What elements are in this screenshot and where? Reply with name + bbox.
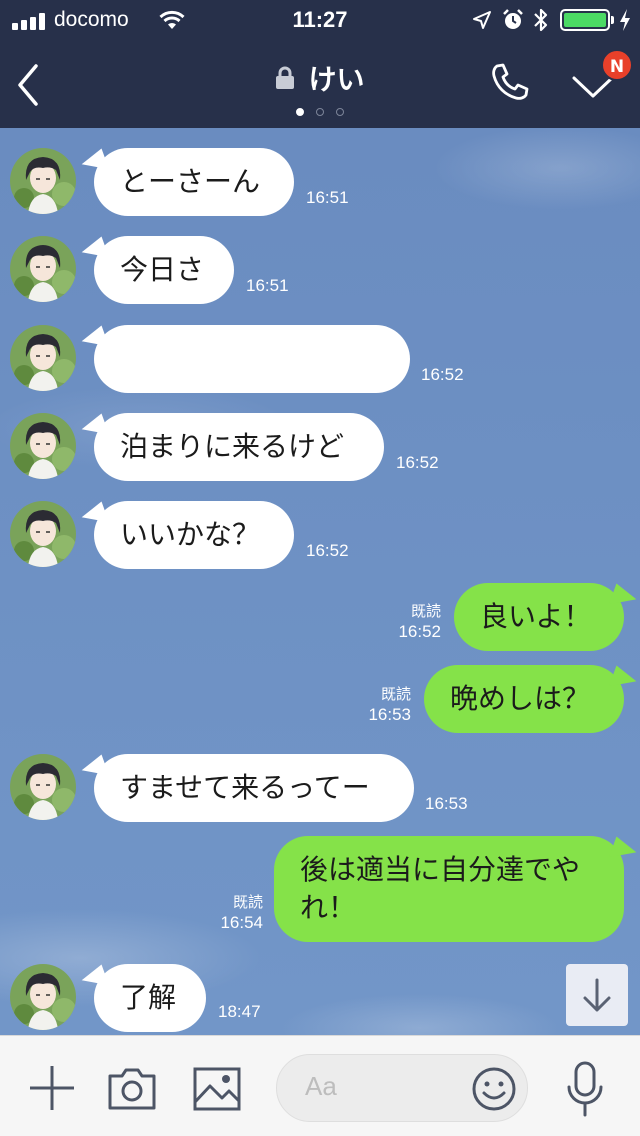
voice-input-button[interactable] <box>562 1060 608 1118</box>
image-button[interactable] <box>192 1064 242 1114</box>
message-time: 16:52 <box>398 622 441 641</box>
battery-level <box>564 13 606 27</box>
avatar-portrait-icon <box>10 501 76 567</box>
read-receipt: 既読 <box>410 602 441 620</box>
chat-header: けい N <box>0 40 640 128</box>
bluetooth-icon <box>534 8 548 32</box>
chat-title: けい <box>308 63 365 96</box>
lock-icon <box>276 66 295 89</box>
page-dot <box>336 108 344 116</box>
avatar[interactable] <box>10 325 76 391</box>
avatar[interactable] <box>10 413 76 479</box>
avatar[interactable] <box>10 501 76 567</box>
read-receipt: 既読 <box>380 685 411 703</box>
image-icon <box>193 1067 241 1111</box>
message-time: 16:54 <box>220 913 263 932</box>
message-text: 後は適当に自分達でやれ！ <box>300 853 581 924</box>
status-bar: docomo 11:27 <box>0 0 640 40</box>
avatar[interactable] <box>10 754 76 820</box>
message-time: 16:51 <box>306 188 349 207</box>
message-bubble[interactable]: 今日さ <box>94 236 234 304</box>
avatar-portrait-icon <box>10 964 76 1030</box>
microphone-icon <box>567 1061 603 1117</box>
message-text: 良いよ！ <box>480 600 592 633</box>
message-time: 16:52 <box>306 541 349 560</box>
call-button[interactable] <box>488 60 532 104</box>
battery-tip <box>611 16 614 24</box>
charging-icon <box>620 9 630 31</box>
message-time: 16:52 <box>421 365 464 384</box>
page-dot <box>316 108 324 116</box>
arrow-down-icon <box>583 978 611 1012</box>
avatar[interactable] <box>10 964 76 1030</box>
message-time: 16:53 <box>425 794 468 813</box>
phone-icon <box>492 63 529 100</box>
message-input-placeholder: Aa <box>305 1071 337 1101</box>
message-text: とーさーん <box>120 165 261 198</box>
avatar[interactable] <box>10 236 76 302</box>
avatar-portrait-icon <box>10 325 76 391</box>
message-bubble[interactable]: 了解 <box>94 964 206 1032</box>
message-time: 18:47 <box>218 1002 261 1021</box>
avatar-portrait-icon <box>10 148 76 214</box>
message-time: 16:53 <box>368 705 411 724</box>
message-text: 泊まりに来るけど <box>120 430 345 463</box>
location-arrow-icon <box>473 11 491 29</box>
avatar[interactable] <box>10 148 76 214</box>
read-receipt: 既読 <box>232 893 263 911</box>
message-bubble[interactable]: 泊まりに来るけど <box>94 413 384 481</box>
message-bubble[interactable] <box>94 325 410 393</box>
avatar-portrait-icon <box>10 236 76 302</box>
message-time: 16:52 <box>396 453 439 472</box>
avatar-portrait-icon <box>10 413 76 479</box>
message-time: 16:51 <box>246 276 289 295</box>
message-bubble[interactable]: 後は適当に自分達でやれ！ <box>274 836 624 942</box>
battery-icon <box>560 9 610 31</box>
message-bubble[interactable]: 晩めしは？ <box>424 665 624 733</box>
message-bubble[interactable]: すませて来るってー <box>94 754 414 822</box>
notification-badge: N <box>601 49 633 81</box>
emoji-icon[interactable] <box>471 1066 517 1112</box>
message-input[interactable]: Aa <box>276 1054 528 1122</box>
message-bubble[interactable]: いいかな？ <box>94 501 294 569</box>
message-text: 了解 <box>120 981 177 1014</box>
camera-icon <box>108 1068 156 1110</box>
scroll-to-bottom-button[interactable] <box>566 964 628 1026</box>
message-text: いいかな？ <box>120 518 261 551</box>
message-text: すませて来るってー <box>120 771 370 804</box>
message-text: 今日さ <box>120 253 205 286</box>
page-indicator <box>0 108 640 116</box>
chat-title-wrap: けい <box>0 58 640 98</box>
plus-icon <box>30 1066 74 1110</box>
camera-button[interactable] <box>106 1062 158 1114</box>
message-bubble[interactable]: 良いよ！ <box>454 583 624 651</box>
input-bar: Aa <box>0 1035 640 1136</box>
message-bubble[interactable]: とーさーん <box>94 148 294 216</box>
avatar-portrait-icon <box>10 754 76 820</box>
alarm-icon <box>503 9 523 29</box>
page-dot <box>296 108 304 116</box>
add-button[interactable] <box>26 1062 78 1114</box>
chat-area[interactable]: とーさーん 16:51 今日さ 16:51 16:52 泊まりに来るけど 16:… <box>0 128 640 1035</box>
message-text: 晩めしは？ <box>450 682 591 715</box>
